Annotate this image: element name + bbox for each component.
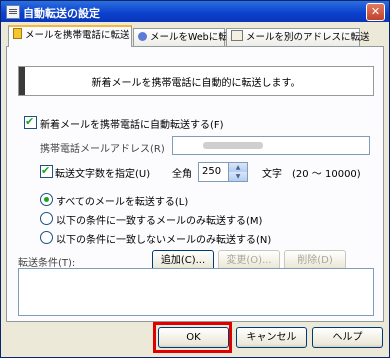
mobile-address-label: 携帯電話メールアドレス(R) (40, 144, 165, 155)
auto-forward-checkbox[interactable] (24, 115, 37, 129)
web-globe-icon (138, 32, 147, 41)
radio-match-condition[interactable] (40, 212, 53, 225)
radio-nomatch-condition[interactable] (40, 231, 53, 244)
char-count-input[interactable]: 250 (198, 162, 230, 182)
conditions-label: 転送条件(T): (18, 258, 76, 269)
window-title: 自動転送の設定 (23, 7, 100, 20)
auto-forward-label: 新着メールを携帯電話に自動転送する(F) (40, 120, 224, 131)
banner-text: 新着メールを携帯電話に自動的に転送します。 (91, 78, 301, 89)
help-button[interactable]: ヘルプ (312, 327, 383, 348)
char-count-value: 250 (202, 166, 222, 177)
envelope-icon (231, 30, 243, 41)
char-count-spinner[interactable]: ▲ ▼ (228, 162, 248, 182)
radio-all-mail[interactable] (40, 193, 53, 206)
total-label: 全角 (172, 169, 192, 180)
limit-chars-label: 転送文字数を指定(U) (55, 169, 151, 180)
chars-unit-label: 文字 (20 ～ 10000) (262, 169, 361, 180)
cancel-button[interactable]: キャンセル (236, 327, 307, 348)
radio-nomatch-label: 以下の条件に一致しないメールのみ転送する(N) (56, 235, 272, 246)
tab-label: メールを別のアドレスに転送 (246, 32, 370, 43)
mobile-phone-icon (13, 28, 22, 39)
tab-web-forward[interactable]: メールをWebに転送 (133, 28, 237, 47)
limit-chars-checkbox[interactable] (40, 164, 53, 178)
redacted-address (203, 142, 263, 149)
tab-label: メールを携帯電話に転送 (25, 30, 130, 41)
ok-highlight-frame (153, 322, 232, 353)
conditions-list[interactable] (18, 268, 374, 316)
title-bar[interactable]: 自動転送の設定 ✕ (1, 1, 389, 22)
radio-match-label: 以下の条件に一致するメールのみ転送する(M) (56, 216, 263, 227)
mobile-address-field[interactable] (172, 136, 370, 155)
spin-down-icon[interactable]: ▼ (229, 172, 247, 181)
app-icon (6, 5, 20, 19)
tab-other-address-forward[interactable]: メールを別のアドレスに転送 (226, 28, 370, 47)
tab-label: メールをWebに転送 (150, 32, 238, 43)
spin-up-icon[interactable]: ▲ (229, 163, 247, 172)
close-button[interactable]: ✕ (366, 3, 385, 21)
tab-mobile-forward[interactable]: メールを携帯電話に転送 (8, 25, 132, 47)
radio-all-label: すべてのメールを転送する(L) (56, 197, 189, 208)
info-banner: 新着メールを携帯電話に自動的に転送します。 (18, 66, 374, 96)
